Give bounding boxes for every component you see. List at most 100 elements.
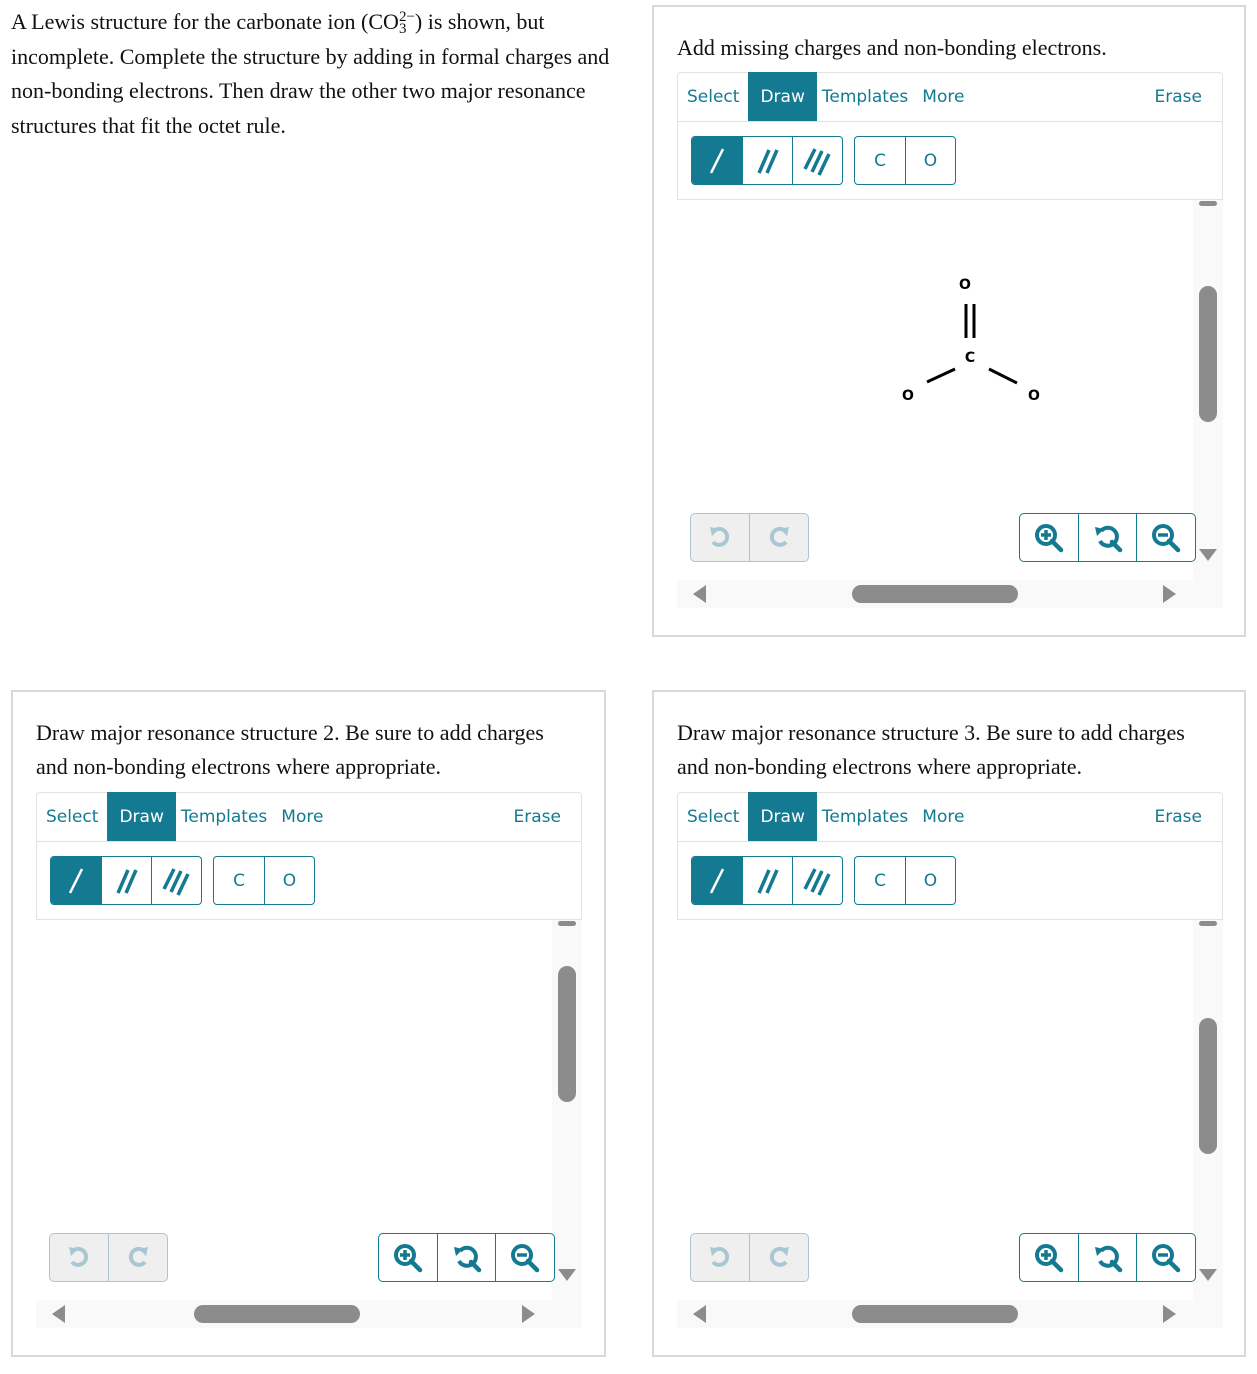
vertical-scrollbar[interactable] (1193, 200, 1223, 580)
draw-tools-row: C O (677, 122, 1223, 200)
atom-o-right[interactable]: O (1028, 388, 1040, 404)
panel-prompt: Add missing charges and non-bonding elec… (677, 35, 1107, 60)
editor-toolbar: Select Draw Templates More Erase (36, 792, 582, 842)
horizontal-scroll-thumb[interactable] (194, 1305, 360, 1323)
tab-templates[interactable]: Templates (817, 793, 913, 841)
panel-prompt: Draw major resonance structure 2. Be sur… (36, 720, 544, 779)
undo-icon[interactable] (691, 514, 749, 561)
tab-draw[interactable]: Draw (748, 72, 817, 121)
zoom-group (378, 1233, 555, 1282)
vertical-scrollbar[interactable] (552, 920, 582, 1300)
scroll-right-arrow-icon[interactable] (1163, 1305, 1176, 1323)
zoom-group (1019, 1233, 1196, 1282)
atom-oxygen-button[interactable]: O (905, 857, 955, 904)
undo-icon[interactable] (691, 1234, 749, 1281)
redo-icon[interactable] (749, 1234, 808, 1281)
zoom-out-icon[interactable] (1136, 1234, 1195, 1281)
drawing-canvas[interactable] (36, 920, 582, 1328)
editor-toolbar: Select Draw Templates More Erase (677, 792, 1223, 842)
redo-icon[interactable] (108, 1234, 167, 1281)
zoom-in-icon[interactable] (1020, 1234, 1078, 1281)
zoom-out-icon[interactable] (1136, 514, 1195, 561)
tab-draw[interactable]: Draw (107, 792, 176, 841)
undo-redo-group (690, 513, 809, 562)
atom-carbon-button[interactable]: C (855, 857, 905, 904)
vertical-scrollbar[interactable] (1193, 920, 1223, 1300)
atom-o-top[interactable]: O (959, 277, 971, 293)
panel-structure-3: Draw major resonance structure 3. Be sur… (652, 690, 1246, 1357)
single-bond-icon[interactable] (51, 857, 101, 904)
panel-structure-2: Draw major resonance structure 2. Be sur… (11, 690, 606, 1357)
structure-editor: Select Draw Templates More Erase C O (677, 792, 1223, 1328)
horizontal-scrollbar[interactable] (677, 580, 1223, 608)
tab-draw[interactable]: Draw (748, 792, 817, 841)
atom-oxygen-button[interactable]: O (905, 137, 955, 184)
single-bond-left[interactable] (926, 367, 956, 384)
tab-select[interactable]: Select (37, 793, 107, 841)
atom-o-left[interactable]: O (902, 388, 914, 404)
erase-button[interactable]: Erase (505, 793, 570, 841)
scroll-right-arrow-icon[interactable] (522, 1305, 535, 1323)
scroll-left-arrow-icon[interactable] (693, 585, 706, 603)
structure-editor: Select Draw Templates More Erase C O (36, 792, 582, 1328)
atom-tool-group: C O (854, 856, 956, 905)
drawing-canvas[interactable] (677, 920, 1223, 1328)
scroll-left-arrow-icon[interactable] (693, 1305, 706, 1323)
tab-more[interactable]: More (913, 73, 973, 121)
zoom-in-icon[interactable] (1020, 514, 1078, 561)
horizontal-scroll-thumb[interactable] (852, 585, 1018, 603)
horizontal-scrollbar[interactable] (677, 1300, 1223, 1328)
single-bond-icon[interactable] (692, 137, 742, 184)
vertical-scroll-thumb[interactable] (1199, 286, 1217, 422)
zoom-out-icon[interactable] (495, 1234, 554, 1281)
horizontal-scrollbar[interactable] (36, 1300, 582, 1328)
intro-text-start: A Lewis structure for the carbonate ion … (11, 9, 399, 34)
triple-bond-icon[interactable] (792, 857, 842, 904)
triple-bond-icon[interactable] (151, 857, 201, 904)
erase-button[interactable]: Erase (1146, 73, 1211, 121)
redo-icon[interactable] (749, 514, 808, 561)
scroll-right-arrow-icon[interactable] (1163, 585, 1176, 603)
tab-select[interactable]: Select (678, 73, 748, 121)
atom-tool-group: C O (213, 856, 315, 905)
drawing-canvas[interactable]: O C O O (677, 200, 1223, 608)
scroll-down-arrow-icon[interactable] (558, 1269, 576, 1281)
bond-tool-group (691, 856, 843, 905)
scroll-down-arrow-icon[interactable] (1199, 1269, 1217, 1281)
atom-carbon-button[interactable]: C (214, 857, 264, 904)
tab-templates[interactable]: Templates (817, 73, 913, 121)
vertical-scroll-thumb[interactable] (1199, 1018, 1217, 1154)
editor-toolbar: Select Draw Templates More Erase (677, 72, 1223, 122)
double-bond-icon[interactable] (101, 857, 151, 904)
atom-oxygen-button[interactable]: O (264, 857, 314, 904)
scroll-top-mark (1199, 201, 1217, 206)
structure-editor: Select Draw Templates More Erase C O (677, 72, 1223, 608)
zoom-group (1019, 513, 1196, 562)
scroll-down-arrow-icon[interactable] (1199, 549, 1217, 561)
double-bond-icon[interactable] (742, 857, 792, 904)
tab-templates[interactable]: Templates (176, 793, 272, 841)
erase-button[interactable]: Erase (1146, 793, 1211, 841)
vertical-scroll-thumb[interactable] (558, 966, 576, 1102)
draw-tools-row: C O (677, 842, 1223, 920)
draw-tools-row: C O (36, 842, 582, 920)
scroll-left-arrow-icon[interactable] (52, 1305, 65, 1323)
panel-prompt: Draw major resonance structure 3. Be sur… (677, 720, 1185, 779)
tab-more[interactable]: More (913, 793, 973, 841)
triple-bond-icon[interactable] (792, 137, 842, 184)
tab-more[interactable]: More (272, 793, 332, 841)
bond-tool-group (50, 856, 202, 905)
tab-select[interactable]: Select (678, 793, 748, 841)
atom-c-center[interactable]: C (965, 350, 975, 366)
single-bond-icon[interactable] (692, 857, 742, 904)
zoom-in-icon[interactable] (379, 1234, 437, 1281)
single-bond-right[interactable] (988, 367, 1018, 385)
zoom-reset-icon[interactable] (436, 1234, 496, 1281)
horizontal-scroll-thumb[interactable] (852, 1305, 1018, 1323)
atom-carbon-button[interactable]: C (855, 137, 905, 184)
undo-icon[interactable] (50, 1234, 108, 1281)
double-bond-icon[interactable] (742, 137, 792, 184)
zoom-reset-icon[interactable] (1077, 514, 1137, 561)
zoom-reset-icon[interactable] (1077, 1234, 1137, 1281)
question-text: A Lewis structure for the carbonate ion … (11, 5, 611, 143)
